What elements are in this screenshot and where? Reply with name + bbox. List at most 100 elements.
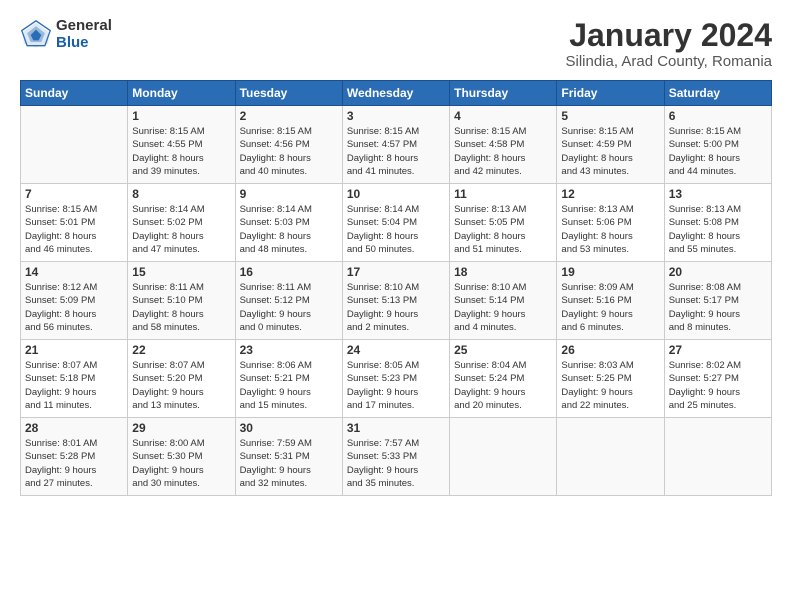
cell-w5-d2: 29 Sunrise: 8:00 AMSunset: 5:30 PMDayligh… <box>128 418 235 496</box>
day-info-3: Sunrise: 8:15 AMSunset: 4:57 PMDaylight:… <box>347 125 445 178</box>
header: General Blue January 2024 Silindia, Arad… <box>20 18 772 70</box>
title-area: January 2024 Silindia, Arad County, Roma… <box>566 18 773 70</box>
day-number-27: 27 <box>669 343 767 357</box>
cell-w1-d4: 3 Sunrise: 8:15 AMSunset: 4:57 PMDaylight… <box>342 106 449 184</box>
day-info-7: Sunrise: 8:15 AMSunset: 5:01 PMDaylight:… <box>25 203 123 256</box>
logo-blue-text: Blue <box>56 35 112 52</box>
cell-w1-d3: 2 Sunrise: 8:15 AMSunset: 4:56 PMDaylight… <box>235 106 342 184</box>
cell-w4-d5: 25Sunrise: 8:04 AMSunset: 5:24 PMDayligh… <box>450 340 557 418</box>
cell-w4-d1: 21 Sunrise: 8:07 AMSunset: 5:18 PMDayligh… <box>21 340 128 418</box>
col-saturday: Saturday <box>664 81 771 106</box>
day-info-19: Sunrise: 8:09 AMSunset: 5:16 PMDaylight:… <box>561 281 659 334</box>
day-number-26: 26 <box>561 343 659 357</box>
day-number-2: 2 <box>240 109 338 123</box>
cell-w2-d2: 8Sunrise: 8:14 AMSunset: 5:02 PMDaylight… <box>128 184 235 262</box>
day-number-6: 6 <box>669 109 767 123</box>
col-sunday: Sunday <box>21 81 128 106</box>
cell-w2-d5: 11 Sunrise: 8:13 AMSunset: 5:05 PMDayligh… <box>450 184 557 262</box>
day-info-4: Sunrise: 8:15 AMSunset: 4:58 PMDaylight:… <box>454 125 552 178</box>
day-info-1: Sunrise: 8:15 AMSunset: 4:55 PMDaylight:… <box>132 125 230 178</box>
calendar-subtitle: Silindia, Arad County, Romania <box>566 53 773 70</box>
header-row: Sunday Monday Tuesday Wednesday Thursday… <box>21 81 772 106</box>
cell-w2-d4: 10Sunrise: 8:14 AMSunset: 5:04 PMDayligh… <box>342 184 449 262</box>
cell-w3-d7: 20 Sunrise: 8:08 AMSunset: 5:17 PMDayligh… <box>664 262 771 340</box>
calendar-body: 1 Sunrise: 8:15 AMSunset: 4:55 PMDaylight… <box>21 106 772 496</box>
cell-w2-d1: 7 Sunrise: 8:15 AMSunset: 5:01 PMDaylight… <box>21 184 128 262</box>
day-info-26: Sunrise: 8:03 AMSunset: 5:25 PMDaylight:… <box>561 359 659 412</box>
cell-w3-d5: 18Sunrise: 8:10 AMSunset: 5:14 PMDayligh… <box>450 262 557 340</box>
day-number-23: 23 <box>240 343 338 357</box>
day-number-9: 9 <box>240 187 338 201</box>
cell-w1-d5: 4Sunrise: 8:15 AMSunset: 4:58 PMDaylight… <box>450 106 557 184</box>
day-info-13: Sunrise: 8:13 AMSunset: 5:08 PMDaylight:… <box>669 203 767 256</box>
logo-icon <box>20 19 52 51</box>
week-row-1: 1 Sunrise: 8:15 AMSunset: 4:55 PMDaylight… <box>21 106 772 184</box>
day-info-14: Sunrise: 8:12 AMSunset: 5:09 PMDaylight:… <box>25 281 123 334</box>
col-friday: Friday <box>557 81 664 106</box>
day-number-29: 29 <box>132 421 230 435</box>
day-number-19: 19 <box>561 265 659 279</box>
day-info-18: Sunrise: 8:10 AMSunset: 5:14 PMDaylight:… <box>454 281 552 334</box>
day-number-21: 21 <box>25 343 123 357</box>
day-info-22: Sunrise: 8:07 AMSunset: 5:20 PMDaylight:… <box>132 359 230 412</box>
cell-w1-d7: 6 Sunrise: 8:15 AMSunset: 5:00 PMDaylight… <box>664 106 771 184</box>
calendar-table: Sunday Monday Tuesday Wednesday Thursday… <box>20 80 772 496</box>
col-monday: Monday <box>128 81 235 106</box>
day-info-25: Sunrise: 8:04 AMSunset: 5:24 PMDaylight:… <box>454 359 552 412</box>
day-info-24: Sunrise: 8:05 AMSunset: 5:23 PMDaylight:… <box>347 359 445 412</box>
cell-w3-d1: 14Sunrise: 8:12 AMSunset: 5:09 PMDayligh… <box>21 262 128 340</box>
cell-w5-d7 <box>664 418 771 496</box>
day-info-31: Sunrise: 7:57 AMSunset: 5:33 PMDaylight:… <box>347 437 445 490</box>
day-info-16: Sunrise: 8:11 AMSunset: 5:12 PMDaylight:… <box>240 281 338 334</box>
day-number-20: 20 <box>669 265 767 279</box>
cell-w2-d7: 13 Sunrise: 8:13 AMSunset: 5:08 PMDayligh… <box>664 184 771 262</box>
cell-w1-d2: 1 Sunrise: 8:15 AMSunset: 4:55 PMDaylight… <box>128 106 235 184</box>
day-number-22: 22 <box>132 343 230 357</box>
cell-w2-d3: 9 Sunrise: 8:14 AMSunset: 5:03 PMDaylight… <box>235 184 342 262</box>
cell-w4-d2: 22 Sunrise: 8:07 AMSunset: 5:20 PMDayligh… <box>128 340 235 418</box>
cell-w5-d3: 30Sunrise: 7:59 AMSunset: 5:31 PMDayligh… <box>235 418 342 496</box>
cell-w4-d7: 27Sunrise: 8:02 AMSunset: 5:27 PMDayligh… <box>664 340 771 418</box>
cell-w3-d6: 19 Sunrise: 8:09 AMSunset: 5:16 PMDayligh… <box>557 262 664 340</box>
col-wednesday: Wednesday <box>342 81 449 106</box>
cell-w3-d3: 16Sunrise: 8:11 AMSunset: 5:12 PMDayligh… <box>235 262 342 340</box>
cell-w4-d3: 23 Sunrise: 8:06 AMSunset: 5:21 PMDayligh… <box>235 340 342 418</box>
day-info-5: Sunrise: 8:15 AMSunset: 4:59 PMDaylight:… <box>561 125 659 178</box>
day-info-17: Sunrise: 8:10 AMSunset: 5:13 PMDaylight:… <box>347 281 445 334</box>
day-number-1: 1 <box>132 109 230 123</box>
day-info-28: Sunrise: 8:01 AMSunset: 5:28 PMDaylight:… <box>25 437 123 490</box>
week-row-4: 21 Sunrise: 8:07 AMSunset: 5:18 PMDayligh… <box>21 340 772 418</box>
day-number-28: 28 <box>25 421 123 435</box>
day-info-23: Sunrise: 8:06 AMSunset: 5:21 PMDaylight:… <box>240 359 338 412</box>
day-info-11: Sunrise: 8:13 AMSunset: 5:05 PMDaylight:… <box>454 203 552 256</box>
day-number-12: 12 <box>561 187 659 201</box>
cell-w1-d1 <box>21 106 128 184</box>
cell-w4-d4: 24 Sunrise: 8:05 AMSunset: 5:23 PMDayligh… <box>342 340 449 418</box>
day-number-3: 3 <box>347 109 445 123</box>
logo-text: General Blue <box>56 18 112 51</box>
day-info-29: Sunrise: 8:00 AMSunset: 5:30 PMDaylight:… <box>132 437 230 490</box>
day-info-21: Sunrise: 8:07 AMSunset: 5:18 PMDaylight:… <box>25 359 123 412</box>
day-number-11: 11 <box>454 187 552 201</box>
day-number-7: 7 <box>25 187 123 201</box>
day-info-2: Sunrise: 8:15 AMSunset: 4:56 PMDaylight:… <box>240 125 338 178</box>
day-info-12: Sunrise: 8:13 AMSunset: 5:06 PMDaylight:… <box>561 203 659 256</box>
cell-w2-d6: 12 Sunrise: 8:13 AMSunset: 5:06 PMDayligh… <box>557 184 664 262</box>
day-number-8: 8 <box>132 187 230 201</box>
cell-w5-d1: 28 Sunrise: 8:01 AMSunset: 5:28 PMDayligh… <box>21 418 128 496</box>
cell-w3-d4: 17Sunrise: 8:10 AMSunset: 5:13 PMDayligh… <box>342 262 449 340</box>
cell-w4-d6: 26 Sunrise: 8:03 AMSunset: 5:25 PMDayligh… <box>557 340 664 418</box>
day-info-9: Sunrise: 8:14 AMSunset: 5:03 PMDaylight:… <box>240 203 338 256</box>
day-number-31: 31 <box>347 421 445 435</box>
cell-w5-d5 <box>450 418 557 496</box>
day-info-10: Sunrise: 8:14 AMSunset: 5:04 PMDaylight:… <box>347 203 445 256</box>
day-number-30: 30 <box>240 421 338 435</box>
day-info-15: Sunrise: 8:11 AMSunset: 5:10 PMDaylight:… <box>132 281 230 334</box>
day-number-24: 24 <box>347 343 445 357</box>
cell-w1-d6: 5Sunrise: 8:15 AMSunset: 4:59 PMDaylight… <box>557 106 664 184</box>
day-info-20: Sunrise: 8:08 AMSunset: 5:17 PMDaylight:… <box>669 281 767 334</box>
day-info-6: Sunrise: 8:15 AMSunset: 5:00 PMDaylight:… <box>669 125 767 178</box>
cell-w3-d2: 15Sunrise: 8:11 AMSunset: 5:10 PMDayligh… <box>128 262 235 340</box>
cell-w5-d6 <box>557 418 664 496</box>
day-number-13: 13 <box>669 187 767 201</box>
